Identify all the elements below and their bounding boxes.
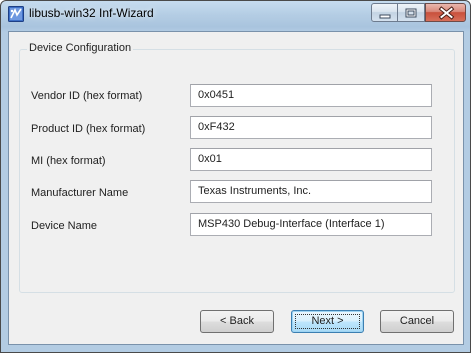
wizard-window: libusb-win32 Inf-Wizard Device Configura… — [0, 0, 471, 353]
cancel-button[interactable]: Cancel — [380, 310, 454, 333]
title-bar[interactable]: libusb-win32 Inf-Wizard — [1, 1, 470, 31]
window-title: libusb-win32 Inf-Wizard — [29, 6, 154, 20]
focus-ring — [295, 314, 360, 329]
vendor-id-label: Vendor ID (hex format) — [31, 90, 143, 102]
product-id-label: Product ID (hex format) — [31, 123, 146, 135]
device-name-input[interactable]: MSP430 Debug-Interface (Interface 1) — [190, 213, 432, 236]
mi-input[interactable]: 0x01 — [190, 148, 432, 171]
maximize-button[interactable] — [398, 3, 425, 22]
usb-device-icon — [8, 6, 24, 22]
close-icon — [438, 6, 455, 20]
minimize-icon — [379, 14, 391, 19]
maximize-icon — [405, 8, 417, 18]
device-name-label: Device Name — [31, 220, 98, 232]
vendor-id-input[interactable]: 0x0451 — [190, 84, 432, 107]
minimize-button[interactable] — [371, 3, 398, 22]
mi-label: MI (hex format) — [31, 155, 106, 167]
dialog-body: Device Configuration Vendor ID (hex form… — [8, 31, 464, 345]
next-button[interactable]: Next > — [291, 310, 364, 333]
back-button[interactable]: < Back — [200, 310, 274, 333]
product-id-input[interactable]: 0xF432 — [190, 116, 432, 139]
manufacturer-name-label: Manufacturer Name — [31, 187, 129, 199]
close-button[interactable] — [425, 3, 466, 22]
manufacturer-name-input[interactable]: Texas Instruments, Inc. — [190, 180, 432, 203]
group-title: Device Configuration — [27, 42, 134, 54]
